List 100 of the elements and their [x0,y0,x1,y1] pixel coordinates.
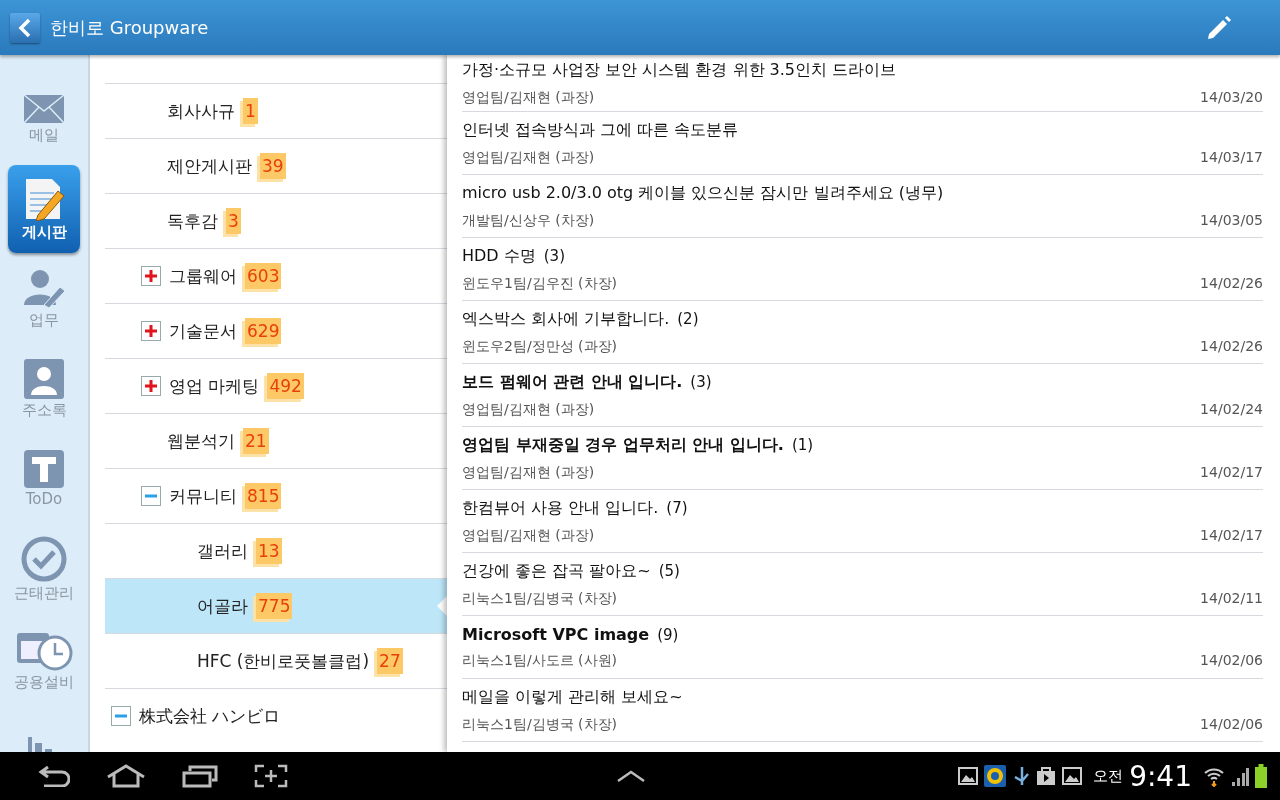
shopping-bag-icon [1036,766,1057,786]
contact-card-icon [24,358,64,399]
post-count: 629 [245,318,282,344]
board-tree-item[interactable]: 기술문서 629 [105,303,447,358]
person-pencil-icon [22,268,66,309]
expand-button[interactable] [141,321,161,341]
post-title[interactable]: 인터넷 접속방식과 그에 따른 속도분류 [462,119,739,141]
board-tree-item[interactable]: 제안게시판 39 [105,138,447,193]
post-date: 14/02/06 [1200,715,1263,734]
post-date: 14/02/26 [1200,274,1263,293]
post-count: 13 [256,538,282,564]
back-button[interactable] [10,12,40,43]
board-name: 제안게시판 [167,154,252,178]
board-name: 영업 마케팅 [169,374,260,398]
board-tree-item[interactable]: 그룹웨어 603 [105,248,447,303]
post-count: 27 [377,648,403,674]
post-author: 윈도우1팀/김우진 (차장) [462,274,617,293]
stacked-windows-icon [182,764,218,788]
signal-icon [1231,766,1249,786]
post-author: 리눅스1팀/김병국 (차장) [462,589,617,608]
post-count: 775 [256,593,293,619]
board-name: HFC (한비로풋볼클럽) [197,649,370,673]
board-tree-item[interactable]: 어골라 775 [105,578,447,633]
post-date: 14/02/06 [1200,651,1263,670]
board-name: 어골라 [197,594,248,618]
board-tree-item[interactable]: 株式会社 ハンビロ [105,688,447,743]
home-icon [106,764,146,788]
post-count: 1 [243,98,258,124]
board-tree-item[interactable]: 웹분석기 21 [105,413,447,468]
post-count: 492 [267,373,304,399]
comment-count: (3) [690,372,712,391]
plus-icon [145,270,157,282]
post-author: 영업팀/김재현 (과장) [462,526,595,545]
usb-icon [1012,765,1031,787]
checkmark-circle-icon [21,535,67,582]
post-count: 815 [245,483,282,509]
board-tree-item[interactable]: 영업 마케팅 492 [105,358,447,413]
comment-count: (5) [658,561,680,580]
post-count: 3 [226,208,241,234]
post-count: 603 [245,263,282,289]
clock: 9:41 [1129,759,1192,793]
post-author: 윈도우2팀/정만성 (과장) [462,337,617,356]
post-title[interactable]: 한컴뷰어 사용 안내 입니다. [462,497,659,519]
post-count: 21 [243,428,269,454]
wifi-icon [1203,765,1225,787]
post-date: 14/02/26 [1200,337,1263,356]
battery-icon [1255,764,1267,788]
post-title[interactable]: 엑스박스 회사에 기부합니다. [462,308,670,330]
post-title[interactable]: 가정·소규모 사업장 보안 시스템 환경 위한 3.5인치 드라이브 [462,59,897,81]
post-date: 14/02/24 [1200,400,1263,419]
app-title: 한비로 Groupware [50,15,210,40]
letter-t-icon [24,450,64,488]
post-title[interactable]: Microsoft VPC image [462,624,650,644]
board-name: 그룹웨어 [169,264,237,288]
post-date: 14/02/17 [1200,463,1263,482]
nav-rail-item[interactable]: 게시판 [8,165,80,253]
post-author: 개발팀/신상우 (차장) [462,211,595,230]
caret-up-icon [615,769,646,783]
comment-count: (3) [543,246,565,265]
post-title[interactable]: 건강에 좋은 잡곡 팔아요~ [462,560,651,582]
post-title[interactable]: 보드 펌웨어 관련 안내 입니다. [462,371,683,393]
collapse-button[interactable] [111,706,131,726]
time-period: 오전 [1093,766,1124,786]
collapse-button[interactable] [141,486,161,506]
comment-count: (1) [791,435,814,454]
image-icon [958,767,979,785]
envelope-icon [23,93,65,124]
post-date: 14/02/11 [1200,589,1263,608]
post-author: 영업팀/김재현 (과장) [462,463,595,482]
plus-icon [145,325,157,337]
plus-icon [145,380,157,392]
post-title[interactable]: 영업팀 부재중일 경우 업무처리 안내 입니다. [462,434,784,456]
expand-button[interactable] [141,376,161,396]
board-name: 커뮤니티 [169,484,237,508]
board-name: 회사사규 [167,99,235,123]
board-name: 독후감 [167,209,218,233]
board-tree-item[interactable]: 독후감 3 [105,193,447,248]
board-tree-item[interactable]: 회사사규 1 [105,83,447,138]
post-title[interactable]: 메일을 이렇게 관리해 보세요~ [462,686,683,708]
back-arrow-icon [38,765,70,787]
image-icon [1062,767,1083,785]
comment-count: (9) [657,625,679,644]
comment-count: (7) [666,498,688,517]
post-date: 14/03/05 [1200,211,1263,230]
board-tree-item[interactable]: HFC (한비로풋볼클럽) 27 [105,633,447,688]
post-title[interactable]: HDD 수명 [462,245,536,267]
post-author: 리눅스1팀/사도르 (사원) [462,651,617,670]
post-count: 39 [260,153,286,179]
expand-button[interactable] [141,266,161,286]
post-author: 영업팀/김재현 (과장) [462,148,595,167]
capture-frame-icon [254,764,288,788]
post-title[interactable]: micro usb 2.0/3.0 otg 케이블 있으신분 잠시만 빌려주세요 (냉무) [462,182,944,204]
post-author: 영업팀/김재현 (과장) [462,88,595,107]
chevron-left-icon [18,17,32,38]
post-date: 14/03/20 [1200,88,1263,107]
board-tree-item[interactable]: 커뮤니티 815 [105,468,447,523]
pencil-icon [1206,14,1232,41]
comment-count: (2) [677,309,699,328]
board-name: 기술문서 [169,319,237,343]
board-name: 株式会社 ハンビロ [139,704,281,728]
